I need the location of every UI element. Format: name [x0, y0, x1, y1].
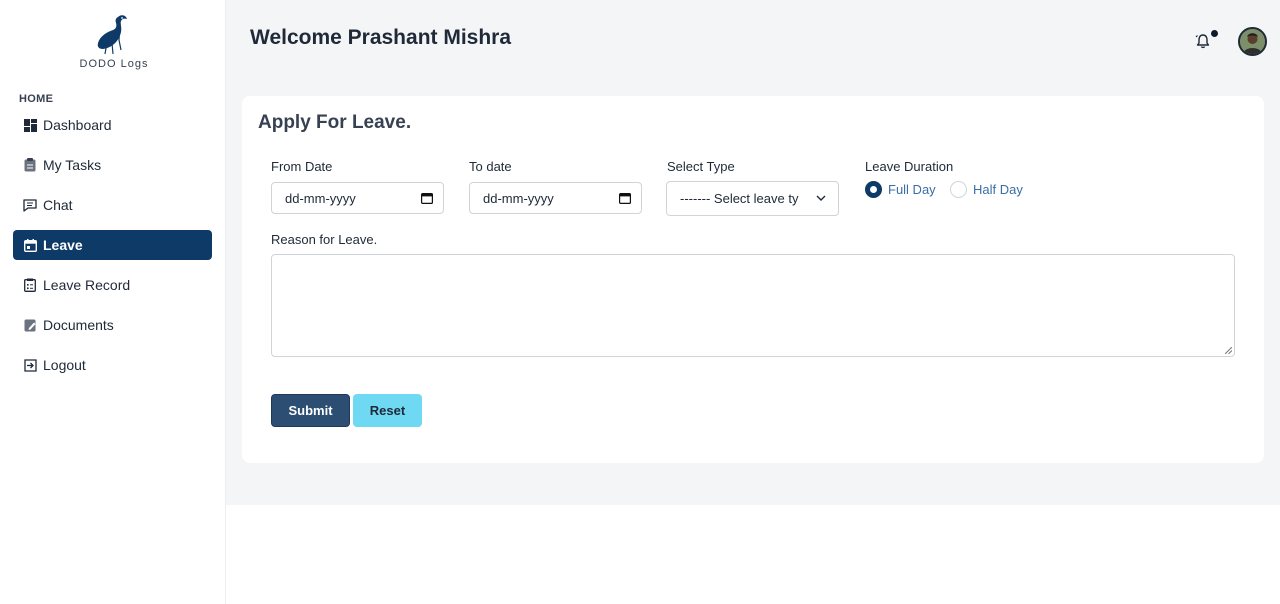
resize-handle-icon[interactable]: [1225, 347, 1232, 354]
sidebar-item-dashboard[interactable]: Dashboard: [13, 110, 212, 140]
nav-section-home: HOME: [19, 93, 54, 105]
sidebar-item-label: My Tasks: [43, 157, 102, 173]
to-date-label: To date: [469, 159, 512, 174]
sidebar-item-leave[interactable]: Leave: [13, 230, 212, 260]
sidebar-item-my-tasks[interactable]: My Tasks: [13, 150, 212, 180]
leave-type-value: ------- Select leave ty: [680, 191, 799, 206]
leave-duration-label: Leave Duration: [865, 159, 954, 174]
notification-badge: [1211, 30, 1218, 37]
sidebar-item-logout[interactable]: Logout: [13, 350, 212, 380]
radio-full-day-label: Full Day: [888, 182, 936, 197]
chat-icon: [23, 198, 37, 212]
calendar-picker-icon[interactable]: [421, 192, 433, 204]
sidebar-item-label: Leave Record: [43, 277, 131, 293]
reset-button[interactable]: Reset: [353, 394, 422, 427]
main-content: Welcome Prashant Mishra Apply For Leave.…: [226, 0, 1280, 505]
dashboard-icon: [23, 118, 37, 132]
sidebar-item-label: Documents: [43, 317, 114, 333]
radio-half-day-label: Half Day: [973, 182, 1023, 197]
sidebar-item-label: Dashboard: [43, 117, 112, 133]
bird-logo-icon: [97, 15, 127, 55]
record-list-icon: [23, 278, 37, 292]
app-root: DODO Logs HOME Dashboard My Tasks Chat L…: [0, 0, 1280, 604]
radio-checked-icon[interactable]: [865, 181, 882, 198]
sidebar-item-chat[interactable]: Chat: [13, 190, 212, 220]
sidebar-item-label: Leave: [43, 237, 83, 253]
logout-icon: [23, 358, 37, 372]
form-title: Apply For Leave.: [258, 112, 412, 133]
submit-button[interactable]: Submit: [271, 394, 350, 427]
user-avatar[interactable]: [1238, 27, 1267, 56]
sidebar-item-label: Logout: [43, 357, 86, 373]
radio-full-day[interactable]: Full Day: [865, 181, 936, 198]
chevron-down-icon: [816, 195, 826, 201]
radio-half-day[interactable]: Half Day: [950, 181, 1023, 198]
page-title: Welcome Prashant Mishra: [250, 26, 512, 49]
sidebar-nav: Dashboard My Tasks Chat Leave Leave Reco…: [13, 110, 212, 390]
reason-textarea[interactable]: [271, 254, 1235, 357]
calendar-picker-icon[interactable]: [619, 192, 631, 204]
leave-type-label: Select Type: [667, 159, 735, 174]
brand-name: DODO Logs: [79, 58, 149, 70]
clipboard-icon: [23, 158, 37, 172]
sidebar: DODO Logs HOME Dashboard My Tasks Chat L…: [0, 0, 226, 604]
leave-type-select[interactable]: ------- Select leave ty: [666, 181, 839, 216]
brand-logo[interactable]: DODO Logs: [78, 12, 150, 70]
sidebar-item-leave-record[interactable]: Leave Record: [13, 270, 212, 300]
to-date-input[interactable]: dd-mm-yyyy: [469, 182, 642, 214]
from-date-label: From Date: [271, 159, 333, 174]
sidebar-item-documents[interactable]: Documents: [13, 310, 212, 340]
apply-leave-card: Apply For Leave. From Date dd-mm-yyyy To…: [242, 96, 1264, 463]
reason-label: Reason for Leave.: [271, 232, 378, 247]
sidebar-item-label: Chat: [43, 197, 73, 213]
radio-unchecked-icon[interactable]: [950, 181, 967, 198]
document-edit-icon: [23, 318, 37, 332]
calendar-icon: [23, 238, 37, 252]
from-date-input[interactable]: dd-mm-yyyy: [271, 182, 444, 214]
to-date-value: dd-mm-yyyy: [483, 190, 554, 206]
bell-icon: [1195, 34, 1210, 49]
from-date-value: dd-mm-yyyy: [285, 190, 356, 206]
